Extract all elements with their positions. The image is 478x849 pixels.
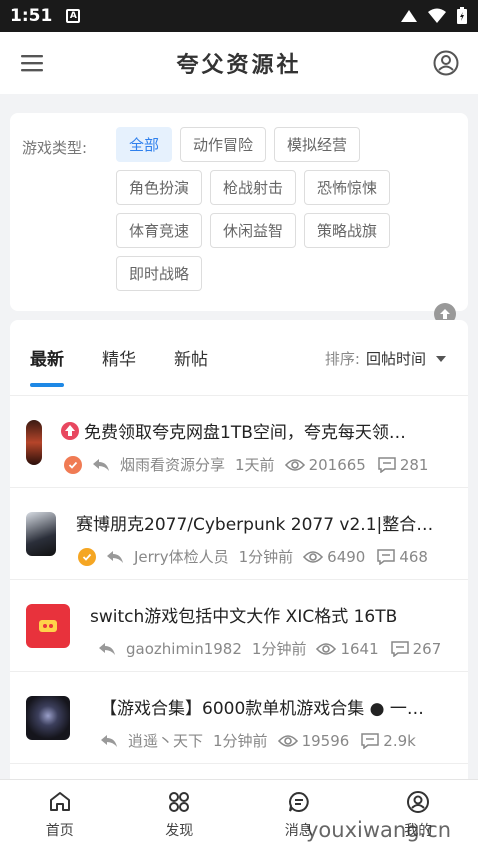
comment-icon [378, 456, 396, 473]
sort-value: 回帖时间 [365, 350, 426, 368]
post-thumbnail [26, 512, 56, 556]
post-item[interactable]: 赛博朋克2077/Cyberpunk 2077 v2.1|整合… Jerry体检… [10, 488, 468, 580]
filter-tags: 全部 动作冒险 模拟经营 角色扮演 枪战射击 恐怖惊悚 体育竞速 休闲益智 策略… [116, 127, 416, 291]
post-meta: Jerry体检人员 1分钟前 6490 468 [78, 546, 428, 567]
grid-icon [169, 791, 190, 812]
tab-new-posts[interactable]: 新帖 [174, 345, 208, 370]
profile-button[interactable] [432, 49, 460, 77]
verified-badge-icon [78, 547, 96, 566]
user-circle-icon [433, 50, 459, 76]
reply-icon [101, 734, 117, 747]
game-type-filter: 游戏类型: 全部 动作冒险 模拟经营 角色扮演 枪战射击 恐怖惊悚 体育竞速 休… [10, 113, 468, 311]
post-views: 19596 [301, 731, 350, 750]
post-views: 1641 [340, 639, 379, 658]
comment-icon [361, 732, 380, 749]
post-title: 免费领取夸克网盘1TB空间，夸克每天领… [84, 423, 406, 443]
nav-home-label: 首页 [45, 822, 74, 839]
post-comments: 281 [399, 455, 429, 474]
caret-down-icon [436, 355, 446, 362]
home-icon [49, 791, 70, 811]
up-arrow-badge-icon [61, 421, 79, 440]
post-author: 烟雨看资源分享 [120, 456, 226, 474]
eye-icon [303, 550, 324, 563]
tab-latest[interactable]: 最新 [30, 345, 64, 387]
tag-strategy-chess[interactable]: 策略战旗 [304, 213, 391, 248]
tag-action-adventure[interactable]: 动作冒险 [180, 127, 267, 162]
eye-icon [316, 642, 337, 655]
user-circle-icon [407, 790, 430, 813]
tab-featured[interactable]: 精华 [102, 345, 136, 370]
post-thumbnail [26, 420, 42, 465]
comment-icon [377, 548, 396, 565]
menu-button[interactable] [18, 49, 46, 77]
post-title: 赛博朋克2077/Cyberpunk 2077 v2.1|整合… [76, 515, 434, 535]
nav-discover[interactable]: 发现 [120, 780, 240, 849]
post-comments: 468 [399, 547, 428, 566]
post-author: Jerry体检人员 [134, 548, 229, 566]
comment-icon [390, 640, 409, 657]
sort-label: 排序: [324, 350, 360, 368]
notification-icon: A [66, 9, 81, 23]
post-time: 1分钟前 [238, 548, 294, 566]
post-title: switch游戏包括中文大作 XIC格式 16TB [90, 607, 398, 627]
post-comments: 267 [412, 639, 442, 658]
post-views: 201665 [308, 455, 366, 474]
verified-badge-icon [64, 455, 82, 474]
post-list-panel: 最新 精华 新帖 排序: 回帖时间 免费领取夸克网盘1TB空间，夸克每天领… 烟… [10, 320, 468, 780]
tag-rts[interactable]: 即时战略 [116, 256, 203, 291]
post-meta: 逍遥丶天下 1分钟前 19596 2.9k [100, 730, 416, 751]
tag-sports-racing[interactable]: 体育竞速 [116, 213, 203, 248]
nav-home[interactable]: 首页 [0, 780, 120, 849]
tag-horror[interactable]: 恐怖惊悚 [304, 170, 391, 205]
post-meta: gaozhimin1982 1分钟前 1641 267 [98, 638, 441, 659]
reply-icon [99, 642, 115, 655]
sort-dropdown[interactable]: 排序: 回帖时间 [325, 348, 446, 369]
post-title: 【游戏合集】6000款单机游戏合集 ● 一… [100, 699, 424, 719]
app-header: 夸父资源社 [0, 32, 478, 94]
post-item[interactable]: switch游戏包括中文大作 XIC格式 16TB gaozhimin1982 … [10, 580, 468, 672]
battery-icon [457, 7, 467, 24]
tag-simulation[interactable]: 模拟经营 [274, 127, 361, 162]
wifi-icon [428, 8, 446, 23]
status-time: 1:51 [10, 6, 53, 26]
post-author: 逍遥丶天下 [128, 732, 204, 750]
tag-shooter[interactable]: 枪战射击 [210, 170, 297, 205]
menu-icon [21, 55, 43, 72]
status-bar: 1:51 A [0, 0, 478, 32]
post-tabs: 最新 精华 新帖 排序: 回帖时间 [10, 320, 468, 396]
tag-casual-puzzle[interactable]: 休闲益智 [210, 213, 297, 248]
post-author: gaozhimin1982 [126, 639, 242, 658]
post-time: 1分钟前 [213, 732, 268, 750]
tag-all[interactable]: 全部 [116, 127, 173, 162]
post-thumbnail [26, 604, 70, 648]
eye-icon [284, 458, 305, 471]
switch-logo-icon [39, 620, 57, 632]
arrow-up-icon [440, 309, 450, 319]
post-time: 1分钟前 [251, 640, 307, 658]
reply-icon [93, 458, 109, 471]
post-comments: 2.9k [383, 731, 416, 750]
filter-label: 游戏类型: [22, 139, 88, 157]
post-item[interactable]: 【游戏合集】6000款单机游戏合集 ● 一… 逍遥丶天下 1分钟前 19596 … [10, 672, 468, 764]
post-meta: 烟雨看资源分享 1天前 201665 281 [64, 454, 428, 475]
eye-icon [277, 734, 298, 747]
post-views: 6490 [327, 547, 366, 566]
signal-icon [401, 10, 417, 22]
reply-icon [107, 550, 123, 563]
watermark: youxiwang.cn [306, 818, 452, 842]
nav-discover-label: 发现 [165, 822, 194, 839]
app-title: 夸父资源社 [176, 53, 302, 78]
post-thumbnail [26, 696, 70, 740]
post-item[interactable]: 免费领取夸克网盘1TB空间，夸克每天领… 烟雨看资源分享 1天前 201665 … [10, 396, 468, 488]
tag-rpg[interactable]: 角色扮演 [116, 170, 203, 205]
chat-icon [288, 791, 309, 812]
post-time: 1天前 [235, 456, 275, 474]
